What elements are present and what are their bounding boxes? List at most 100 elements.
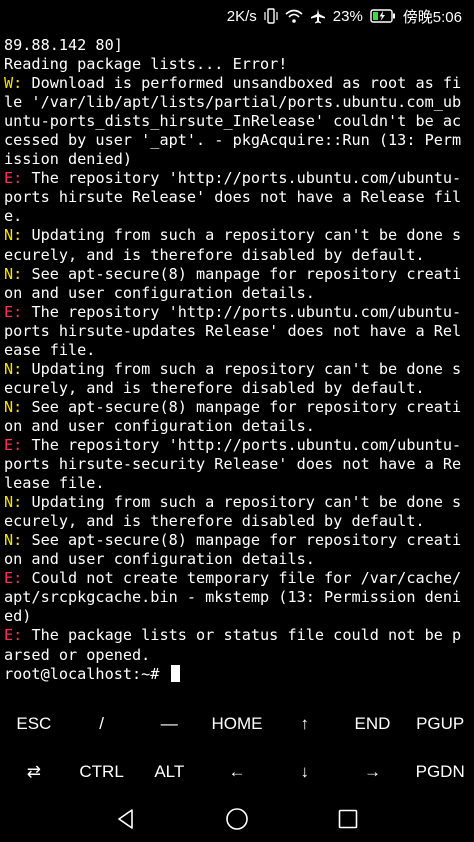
key-down-arrow[interactable]: ↓ xyxy=(271,762,339,782)
key-ctrl[interactable]: CTRL xyxy=(68,762,136,782)
error-prefix: E: xyxy=(4,569,23,588)
navigation-bar xyxy=(0,796,474,842)
terminal-line-text: Could not create temporary file for /var… xyxy=(22,569,462,588)
key-dash[interactable]: — xyxy=(135,714,203,734)
terminal-line-text: ecurely, and is therefore disabled by de… xyxy=(4,378,425,397)
notice-prefix: N: xyxy=(4,226,23,245)
back-icon[interactable] xyxy=(106,799,146,839)
terminal-line: on and user configuration details. xyxy=(4,550,470,569)
terminal-line: ease file. xyxy=(4,341,470,360)
terminal-line-text: apt/srcpkgcache.bin - mkstemp (13: Permi… xyxy=(4,588,462,607)
terminal-line: E: The repository 'http://ports.ubuntu.c… xyxy=(4,303,470,322)
terminal-line-text: ecurely, and is therefore disabled by de… xyxy=(4,512,425,531)
key-end[interactable]: END xyxy=(339,714,407,734)
error-prefix: E: xyxy=(4,435,23,454)
terminal-line: N: Updating from such a repository can't… xyxy=(4,360,470,379)
terminal-line-text: ease file. xyxy=(4,340,96,359)
key-tab[interactable]: ⇄ xyxy=(0,762,68,782)
terminal-line: lease file. xyxy=(4,474,470,493)
terminal-line-text: untu-ports_dists_hirsute_InRelease' coul… xyxy=(4,112,462,131)
notice-prefix: N: xyxy=(4,264,23,283)
recents-icon[interactable] xyxy=(328,799,368,839)
key-pgdn[interactable]: PGDN xyxy=(406,762,474,782)
terminal-line: le '/var/lib/apt/lists/partial/ports.ubu… xyxy=(4,93,470,112)
terminal-line-text: le '/var/lib/apt/lists/partial/ports.ubu… xyxy=(4,93,462,112)
terminal-line: E: The package lists or status file coul… xyxy=(4,626,470,645)
terminal-output[interactable]: 89.88.142 80] Reading package lists... Er… xyxy=(4,36,470,684)
terminal-line: apt/srcpkgcache.bin - mkstemp (13: Permi… xyxy=(4,588,470,607)
terminal-line: on and user configuration details. xyxy=(4,284,470,303)
terminal-line-text: on and user configuration details. xyxy=(4,283,315,302)
terminal-line: W: Download is performed unsandboxed as … xyxy=(4,74,470,93)
vibrate-icon xyxy=(264,8,278,24)
terminal-line: ed) xyxy=(4,607,470,626)
terminal-line-text: ports hirsute-security Release' does not… xyxy=(4,455,462,474)
terminal-line-text: on and user configuration details. xyxy=(4,416,315,435)
terminal-line: ecurely, and is therefore disabled by de… xyxy=(4,246,470,265)
terminal-line-text: ission denied) xyxy=(4,150,133,169)
terminal-line-text: Updating from such a repository can't be… xyxy=(22,493,462,512)
terminal-line: ports hirsute Release' does not have a R… xyxy=(4,188,470,207)
terminal-line-text: Reading package lists... Error! xyxy=(4,55,288,74)
notice-prefix: N: xyxy=(4,397,23,416)
key-right-arrow[interactable]: → xyxy=(339,762,407,782)
terminal-line-text: The repository 'http://ports.ubuntu.com/… xyxy=(22,435,462,454)
text-cursor xyxy=(170,664,180,682)
terminal-line: E: The repository 'http://ports.ubuntu.c… xyxy=(4,436,470,455)
terminal-line: ission denied) xyxy=(4,150,470,169)
terminal-line-text: See apt-secure(8) manpage for repository… xyxy=(22,531,462,550)
terminal-line-text: Updating from such a repository can't be… xyxy=(22,226,462,245)
terminal-line-text: cessed by user '_apt'. - pkgAcquire::Run… xyxy=(4,131,462,150)
terminal-line-text: See apt-secure(8) manpage for repository… xyxy=(22,397,462,416)
shell-prompt: root@localhost:~# xyxy=(4,664,169,683)
terminal-line: ecurely, and is therefore disabled by de… xyxy=(4,379,470,398)
warning-prefix: W: xyxy=(4,74,23,93)
wifi-icon xyxy=(285,9,303,23)
key-home[interactable]: HOME xyxy=(203,714,271,734)
prompt-line[interactable]: root@localhost:~# xyxy=(4,664,470,684)
terminal-line-text: e. xyxy=(4,207,23,226)
terminal-line: arsed or opened. xyxy=(4,646,470,665)
terminal-line: N: See apt-secure(8) manpage for reposit… xyxy=(4,531,470,550)
status-bar: 2K/s 23% 傍晚5:06 xyxy=(0,0,474,32)
terminal-line-text: ports hirsute Release' does not have a R… xyxy=(4,188,462,207)
notice-prefix: N: xyxy=(4,493,23,512)
terminal-line-text: The repository 'http://ports.ubuntu.com/… xyxy=(22,302,462,321)
key-slash[interactable]: / xyxy=(68,714,136,734)
terminal-line: on and user configuration details. xyxy=(4,417,470,436)
extra-keys-row-1: ESC / — HOME ↑ END PGUP xyxy=(0,700,474,748)
key-pgup[interactable]: PGUP xyxy=(406,714,474,734)
key-alt[interactable]: ALT xyxy=(135,762,203,782)
terminal-line: N: See apt-secure(8) manpage for reposit… xyxy=(4,265,470,284)
error-prefix: E: xyxy=(4,169,23,188)
battery-charging-icon xyxy=(370,9,396,23)
extra-keys-row-2: ⇄ CTRL ALT ← ↓ → PGDN xyxy=(0,748,474,796)
error-prefix: E: xyxy=(4,302,23,321)
terminal-line: E: Could not create temporary file for /… xyxy=(4,569,470,588)
terminal-line: N: Updating from such a repository can't… xyxy=(4,226,470,245)
terminal-line-text: on and user configuration details. xyxy=(4,550,315,569)
terminal-line-text: ports hirsute-updates Release' does not … xyxy=(4,321,462,340)
extra-keys-bar: ESC / — HOME ↑ END PGUP ⇄ CTRL ALT ← ↓ → PGDN xyxy=(0,700,474,796)
notice-prefix: N: xyxy=(4,531,23,550)
battery-percent: 23% xyxy=(332,7,363,25)
home-icon[interactable] xyxy=(217,799,257,839)
terminal-line-text: lease file. xyxy=(4,474,105,493)
terminal-line-text: See apt-secure(8) manpage for repository… xyxy=(22,264,462,283)
terminal-line-text: ecurely, and is therefore disabled by de… xyxy=(4,245,425,264)
terminal-line-text: Download is performed unsandboxed as roo… xyxy=(22,74,462,93)
error-prefix: E: xyxy=(4,626,23,645)
terminal-line-text: The repository 'http://ports.ubuntu.com/… xyxy=(22,169,462,188)
key-up-arrow[interactable]: ↑ xyxy=(271,714,339,734)
key-esc[interactable]: ESC xyxy=(0,714,68,734)
terminal-line-text: Updating from such a repository can't be… xyxy=(22,359,462,378)
terminal-line: N: Updating from such a repository can't… xyxy=(4,493,470,512)
terminal-line: N: See apt-secure(8) manpage for reposit… xyxy=(4,398,470,417)
airplane-mode-icon xyxy=(310,8,326,24)
terminal-line-text: 89.88.142 80] xyxy=(4,36,123,54)
terminal-line: E: The repository 'http://ports.ubuntu.c… xyxy=(4,169,470,188)
network-speed: 2K/s xyxy=(226,7,257,25)
notice-prefix: N: xyxy=(4,359,23,378)
terminal-line: ports hirsute-updates Release' does not … xyxy=(4,322,470,341)
key-left-arrow[interactable]: ← xyxy=(203,762,271,782)
